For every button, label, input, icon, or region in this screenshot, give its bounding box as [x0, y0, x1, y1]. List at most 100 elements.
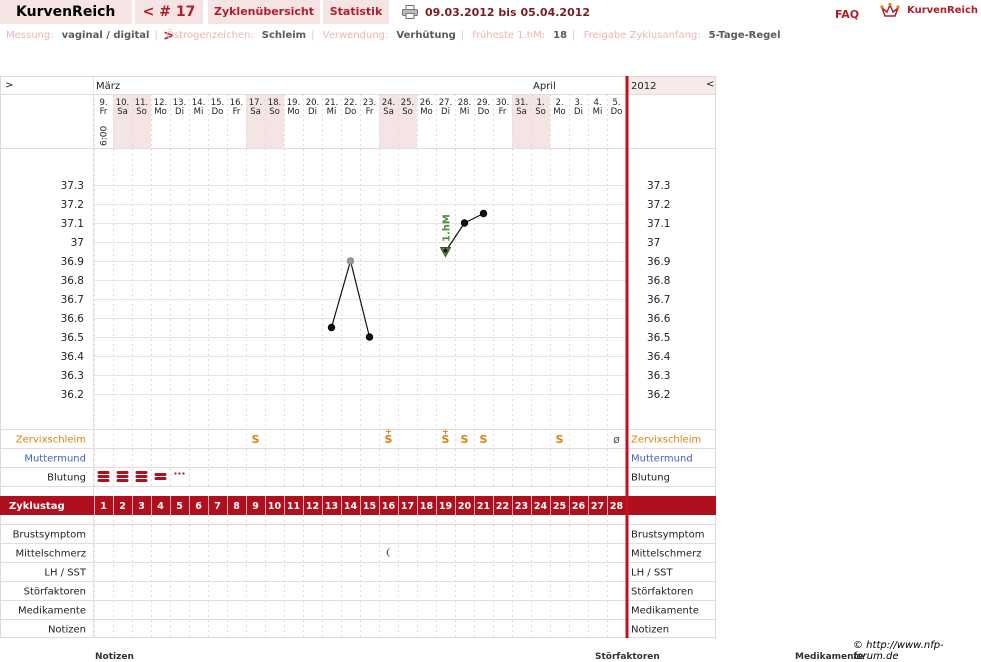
- cycle-day-number: 16: [382, 501, 396, 512]
- cycle-day-number: 10: [268, 501, 282, 512]
- cycle-day-label: Zyklustag: [9, 501, 65, 512]
- y-tick-label-right: 36.9: [647, 256, 670, 268]
- cycle-day-number: 12: [306, 501, 319, 512]
- day-weekday: Do: [478, 107, 490, 117]
- y-tick-label-right: 36.7: [647, 294, 670, 306]
- day-weekday: Mo: [154, 107, 167, 117]
- day-weekday: Mi: [194, 107, 204, 117]
- cycle-day-number: 15: [363, 501, 376, 512]
- cycle-day-number: 4: [157, 501, 164, 512]
- mucus-symbol: S: [252, 433, 260, 446]
- year-label: 2012: [631, 81, 656, 92]
- mucus-symbol: S: [461, 433, 469, 446]
- day-weekday: Fr: [233, 107, 241, 117]
- temperature-point: [443, 248, 448, 253]
- cycle-day-number: 28: [610, 501, 624, 512]
- bleeding-bar: [135, 471, 148, 474]
- day-weekday: Sa: [117, 107, 128, 117]
- y-tick-label: 36.8: [61, 275, 84, 287]
- row-label-bleeding: Blutung: [47, 473, 86, 484]
- row-label-right-disturb: Störfaktoren: [631, 587, 693, 598]
- bleeding-bar: [97, 471, 110, 474]
- row-label-notes: Notizen: [48, 625, 86, 636]
- day-weekday: So: [535, 107, 546, 117]
- y-tick-label-right: 37.2: [647, 199, 670, 211]
- y-tick-label: 36.9: [61, 256, 84, 268]
- row-label-lh: LH / SST: [44, 568, 87, 579]
- mucus-plus: +: [442, 427, 449, 436]
- y-tick-label-right: 37: [647, 237, 660, 249]
- day-weekday: Sa: [516, 107, 527, 117]
- temperature-point: [460, 219, 469, 227]
- day-weekday: Sa: [250, 107, 261, 117]
- y-tick-label: 36.6: [61, 313, 85, 325]
- cycle-day-number: 17: [401, 501, 414, 512]
- bleeding-bar: [97, 475, 110, 478]
- row-label-right-bleeding: Blutung: [631, 473, 670, 484]
- footer-hint: Störfaktoren: [595, 652, 660, 660]
- cycle-day-number: 20: [458, 501, 472, 512]
- cycle-day-number: 21: [477, 501, 490, 512]
- day-weekday: So: [402, 107, 413, 117]
- measure-time: 6:00: [100, 126, 110, 146]
- mucus-symbol: S: [556, 433, 564, 446]
- day-weekday: Fr: [100, 107, 108, 117]
- cycle-day-number: 9: [252, 501, 259, 512]
- row-label-right-breast: Brustsymptom: [631, 530, 704, 541]
- row-label-right-lh: LH / SST: [631, 568, 674, 579]
- bleeding-bar: [116, 471, 129, 474]
- y-tick-label-right: 36.5: [647, 332, 670, 344]
- cycle-day-number: 18: [420, 501, 434, 512]
- day-weekday: Di: [441, 107, 450, 117]
- cycle-day-number: 8: [233, 501, 240, 512]
- cycle-day-number: 1: [100, 501, 107, 512]
- cycle-day-number: 25: [553, 501, 566, 512]
- day-weekday: Sa: [383, 107, 394, 117]
- y-tick-label: 36.2: [61, 389, 84, 401]
- row-label-right-mucus: Zervixschleim: [631, 435, 701, 446]
- y-tick-label-right: 36.3: [647, 370, 670, 382]
- cycle-day-number: 5: [176, 501, 183, 512]
- cycle-day-number: 13: [325, 501, 338, 512]
- row-label-disturb: Störfaktoren: [24, 587, 86, 598]
- row-label-meds: Medikamente: [18, 606, 86, 617]
- day-weekday: Do: [611, 107, 623, 117]
- day-weekday: Di: [308, 107, 317, 117]
- cycle-day-number: 7: [214, 501, 221, 512]
- temperature-point: [327, 323, 336, 332]
- bleeding-spotting-dot: [182, 472, 185, 475]
- temperature-point: [365, 333, 374, 341]
- nav-next-icon[interactable]: <: [706, 79, 714, 90]
- y-tick-label-right: 36.4: [647, 351, 671, 363]
- day-weekday: Do: [212, 107, 224, 117]
- day-weekday: So: [136, 107, 147, 117]
- bleeding-bar: [154, 477, 167, 480]
- day-weekday: Mo: [287, 107, 300, 117]
- y-tick-label-right: 36.8: [647, 275, 670, 287]
- row-label-right-notes: Notizen: [631, 625, 669, 636]
- day-weekday: Fr: [366, 107, 374, 117]
- cycle-day-band: [0, 496, 716, 515]
- mucus-none: ø: [613, 433, 620, 446]
- y-tick-label: 36.4: [61, 351, 85, 363]
- cycle-day-number: 27: [591, 501, 604, 512]
- nav-prev-icon[interactable]: >: [5, 80, 13, 91]
- row-label-right-midpain: Mittelschmerz: [631, 549, 701, 560]
- cycle-day-number: 23: [515, 501, 528, 512]
- bleeding-bar: [135, 479, 148, 482]
- y-tick-label-right: 37.3: [647, 180, 670, 192]
- row-label-cervix: Muttermund: [24, 454, 86, 465]
- bleeding-bar: [116, 479, 129, 482]
- day-weekday: Do: [345, 107, 357, 117]
- row-label-right-meds: Medikamente: [631, 606, 699, 617]
- cycle-day-number: 24: [534, 501, 548, 512]
- bleeding-bar: [154, 473, 167, 476]
- footer-hint: Notizen: [95, 652, 134, 660]
- bleeding-bar: [135, 475, 148, 478]
- midpain-moon-icon: [386, 547, 392, 558]
- cycle-day-number: 11: [287, 501, 300, 512]
- cycle-day-number: 22: [496, 501, 509, 512]
- mucus-symbol: S: [480, 433, 488, 446]
- first-higher-label: 1.hM: [442, 214, 453, 242]
- day-weekday: Mo: [420, 107, 433, 117]
